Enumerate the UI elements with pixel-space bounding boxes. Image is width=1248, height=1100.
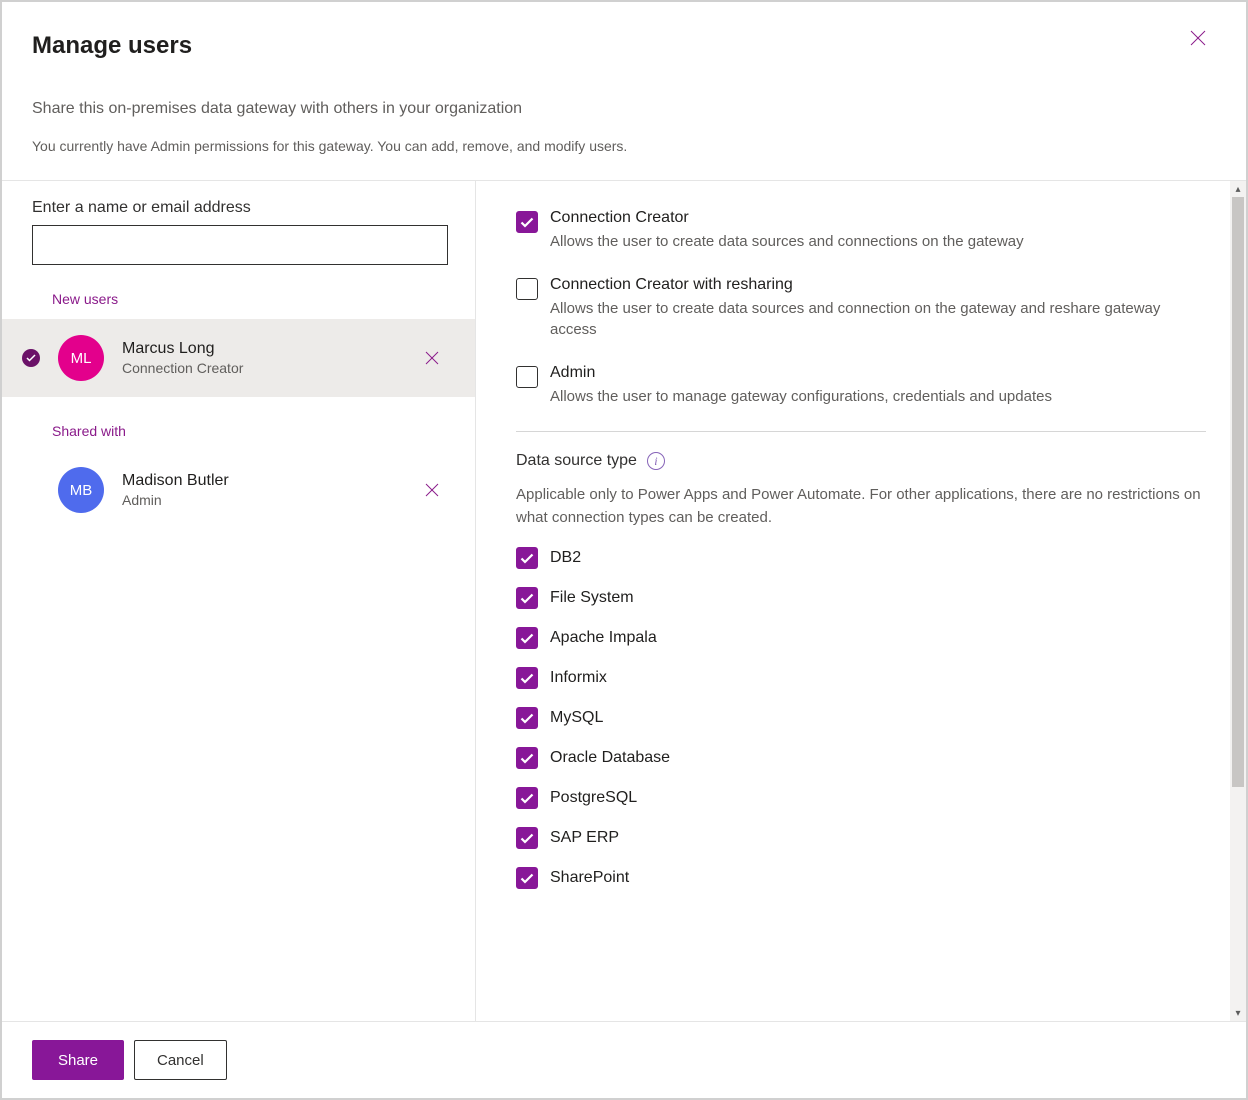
role-desc: Allows the user to create data sources a… — [550, 298, 1206, 340]
remove-user-icon[interactable] — [419, 477, 445, 503]
role-checkbox-connection_creator[interactable] — [516, 211, 538, 233]
datasource-label: PostgreSQL — [550, 789, 637, 807]
divider — [516, 431, 1206, 432]
right-panel: Connection Creator Allows the user to cre… — [476, 181, 1246, 1021]
new-users-heading: New users — [2, 265, 475, 319]
datasource-label: DB2 — [550, 549, 581, 567]
left-panel: Enter a name or email address New users … — [2, 181, 476, 1021]
datasource-item: File System — [516, 587, 1206, 609]
remove-user-icon[interactable] — [419, 345, 445, 371]
info-icon[interactable]: i — [647, 452, 665, 470]
datasource-label: Informix — [550, 669, 607, 687]
datasource-label: MySQL — [550, 709, 603, 727]
datasource-checkbox[interactable] — [516, 747, 538, 769]
datasource-checkbox[interactable] — [516, 547, 538, 569]
dialog-header: Manage users Share this on-premises data… — [2, 2, 1246, 181]
user-info: Marcus Long Connection Creator — [122, 340, 419, 376]
role-option-connection_creator_resharing: Connection Creator with resharing Allows … — [516, 276, 1206, 340]
avatar: ML — [58, 335, 104, 381]
close-icon[interactable] — [1188, 28, 1208, 48]
role-checkbox-connection_creator_resharing[interactable] — [516, 278, 538, 300]
role-title: Connection Creator with resharing — [550, 276, 1206, 294]
list-item[interactable]: MB Madison Butler Admin — [2, 451, 475, 529]
datasource-checkbox[interactable] — [516, 867, 538, 889]
name-email-input[interactable] — [32, 225, 448, 265]
list-item[interactable]: ML Marcus Long Connection Creator — [2, 319, 475, 397]
user-role: Admin — [122, 492, 419, 508]
dialog-body: Enter a name or email address New users … — [2, 181, 1246, 1021]
role-title: Admin — [550, 364, 1206, 382]
datasource-label: Apache Impala — [550, 629, 657, 647]
user-role: Connection Creator — [122, 360, 419, 376]
dialog-subtitle: Share this on-premises data gateway with… — [32, 100, 1216, 118]
input-section: Enter a name or email address — [2, 181, 475, 265]
datasource-item: Informix — [516, 667, 1206, 689]
datasource-checkbox[interactable] — [516, 707, 538, 729]
role-checkbox-admin[interactable] — [516, 366, 538, 388]
datasource-item: PostgreSQL — [516, 787, 1206, 809]
datasource-heading: Data source type — [516, 452, 637, 470]
manage-users-dialog: Manage users Share this on-premises data… — [0, 0, 1248, 1100]
datasource-item: Oracle Database — [516, 747, 1206, 769]
checkmark-icon — [22, 349, 40, 367]
permissions-note: You currently have Admin permissions for… — [32, 138, 1216, 154]
datasource-label: SAP ERP — [550, 829, 619, 847]
datasource-checkbox[interactable] — [516, 667, 538, 689]
name-email-label: Enter a name or email address — [32, 199, 445, 217]
scrollbar[interactable]: ▴ ▾ — [1230, 181, 1246, 1021]
datasource-heading-row: Data source type i — [516, 452, 1206, 470]
dialog-footer: Share Cancel — [2, 1021, 1246, 1098]
user-name: Marcus Long — [122, 340, 419, 358]
datasource-note: Applicable only to Power Apps and Power … — [516, 484, 1206, 529]
cancel-button[interactable]: Cancel — [134, 1040, 227, 1080]
datasource-checkbox[interactable] — [516, 827, 538, 849]
datasource-checkbox[interactable] — [516, 587, 538, 609]
scroll-down-icon[interactable]: ▾ — [1230, 1005, 1246, 1021]
datasource-item: SAP ERP — [516, 827, 1206, 849]
role-option-connection_creator: Connection Creator Allows the user to cre… — [516, 209, 1206, 252]
datasource-item: MySQL — [516, 707, 1206, 729]
role-desc: Allows the user to create data sources a… — [550, 231, 1206, 252]
datasource-item: Apache Impala — [516, 627, 1206, 649]
share-button[interactable]: Share — [32, 1040, 124, 1080]
scrollbar-thumb[interactable] — [1232, 197, 1244, 787]
datasource-checkbox[interactable] — [516, 787, 538, 809]
role-title: Connection Creator — [550, 209, 1206, 227]
datasource-label: File System — [550, 589, 634, 607]
page-title: Manage users — [32, 32, 1216, 60]
avatar: MB — [58, 467, 104, 513]
user-name: Madison Butler — [122, 472, 419, 490]
datasource-label: SharePoint — [550, 869, 629, 887]
role-desc: Allows the user to manage gateway config… — [550, 386, 1206, 407]
user-info: Madison Butler Admin — [122, 472, 419, 508]
scroll-up-icon[interactable]: ▴ — [1230, 181, 1246, 197]
role-option-admin: Admin Allows the user to manage gateway c… — [516, 364, 1206, 407]
shared-with-heading: Shared with — [2, 397, 475, 451]
datasource-item: SharePoint — [516, 867, 1206, 889]
datasource-checkbox[interactable] — [516, 627, 538, 649]
datasource-item: DB2 — [516, 547, 1206, 569]
datasource-label: Oracle Database — [550, 749, 670, 767]
